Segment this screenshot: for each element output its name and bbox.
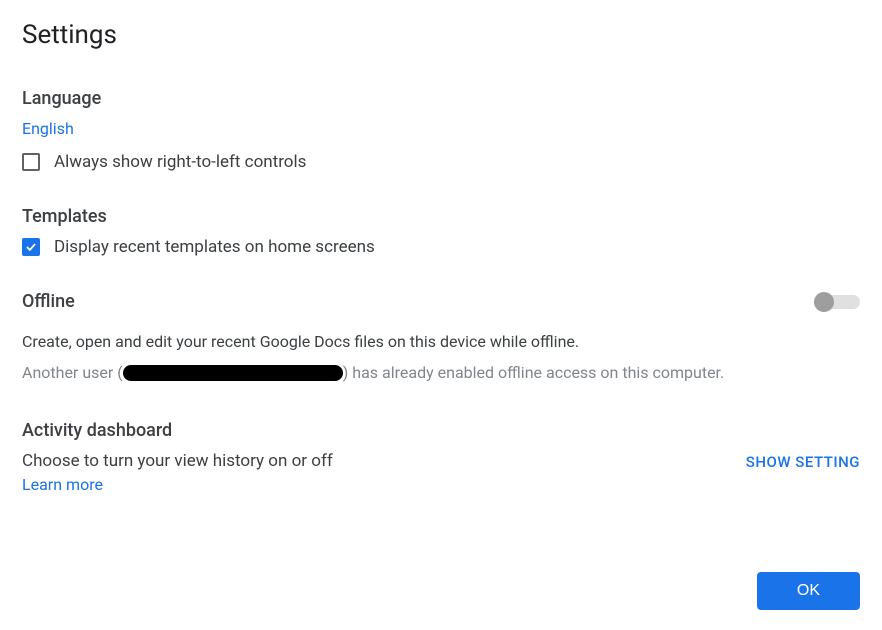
toggle-thumb	[814, 292, 834, 312]
learn-more-link[interactable]: Learn more	[22, 475, 103, 494]
check-icon	[24, 240, 38, 254]
activity-description: Choose to turn your view history on or o…	[22, 451, 333, 471]
page-title: Settings	[22, 20, 860, 50]
offline-note-prefix: Another user (	[22, 363, 123, 382]
activity-heading: Activity dashboard	[22, 420, 860, 441]
rtl-checkbox[interactable]	[22, 153, 40, 171]
offline-note: Another user ( ) has already enabled off…	[22, 363, 860, 382]
offline-toggle[interactable]	[814, 292, 860, 312]
offline-heading: Offline	[22, 291, 75, 312]
show-setting-button[interactable]: SHOW SETTING	[746, 451, 860, 471]
language-heading: Language	[22, 88, 860, 109]
display-templates-checkbox[interactable]	[22, 238, 40, 256]
offline-description: Create, open and edit your recent Google…	[22, 332, 860, 351]
templates-heading: Templates	[22, 206, 860, 227]
display-templates-label: Display recent templates on home screens	[54, 237, 375, 257]
ok-button[interactable]: OK	[757, 572, 860, 610]
offline-note-suffix: ) has already enabled offline access on …	[343, 363, 724, 382]
rtl-checkbox-label: Always show right-to-left controls	[54, 152, 306, 172]
language-link[interactable]: English	[22, 119, 74, 138]
redacted-email	[123, 365, 343, 381]
